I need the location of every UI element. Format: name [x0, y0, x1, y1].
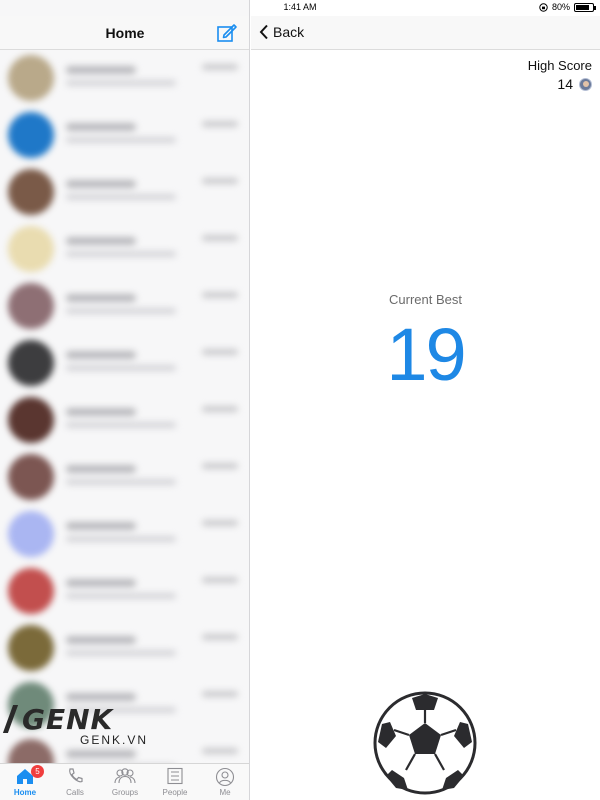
blurred-preview [66, 137, 176, 143]
blurred-name [66, 123, 136, 131]
tab-label: People [162, 788, 188, 797]
tab-calls[interactable]: Calls [50, 764, 100, 800]
tab-label: Me [219, 788, 231, 797]
tab-label: Home [13, 788, 37, 797]
blurred-preview [66, 80, 176, 86]
blurred-timestamp [202, 520, 238, 526]
blurred-timestamp [202, 292, 238, 298]
battery-icon [574, 2, 596, 12]
current-best-score: 19 [386, 313, 466, 396]
tab-home[interactable]: 5 Home [0, 764, 50, 800]
blurred-name [66, 522, 136, 530]
blurred-name [66, 294, 136, 302]
soccer-ball[interactable] [372, 690, 478, 796]
tab-people[interactable]: People [150, 764, 200, 800]
avatar [579, 77, 592, 91]
blurred-preview [66, 308, 176, 314]
avatar [8, 169, 54, 215]
blurred-timestamp [202, 577, 238, 583]
blurred-name [66, 237, 136, 245]
blurred-timestamp [202, 406, 238, 412]
list-item[interactable] [0, 506, 249, 563]
blurred-timestamp [202, 349, 238, 355]
blurred-name [66, 636, 136, 644]
avatar [8, 454, 54, 500]
current-best-label: Current Best [389, 292, 462, 307]
unread-badge: 5 [31, 765, 44, 778]
blurred-preview [66, 593, 176, 599]
watermark-site: GENK.VN [80, 733, 149, 747]
blurred-timestamp [202, 235, 238, 241]
list-item[interactable] [0, 221, 249, 278]
profile-icon [215, 767, 235, 787]
high-score-value: 14 [557, 76, 573, 92]
page-title: Home [105, 25, 145, 41]
avatar [8, 283, 54, 329]
tab-label: Calls [66, 788, 84, 797]
list-item[interactable] [0, 563, 249, 620]
list-item[interactable] [0, 278, 249, 335]
blurred-preview [66, 479, 176, 485]
blurred-name [66, 465, 136, 473]
blurred-timestamp [202, 634, 238, 640]
watermark-logo: GENK [22, 703, 114, 736]
avatar [8, 112, 54, 158]
conversations-pane: Home GENK GENK.VN 5 Home Calls Groups Pe… [0, 0, 250, 800]
high-score-row: 14 [557, 76, 592, 92]
blurred-timestamp [202, 463, 238, 469]
blurred-preview [66, 650, 176, 656]
blurred-name [66, 351, 136, 359]
avatar [8, 397, 54, 443]
list-item[interactable] [0, 335, 249, 392]
blurred-timestamp [202, 121, 238, 127]
avatar [8, 625, 54, 671]
high-score-label: High Score [527, 58, 592, 73]
right-nav-bar: Back [251, 16, 600, 50]
list-item[interactable] [0, 50, 249, 107]
blurred-name [66, 66, 136, 74]
blurred-timestamp [202, 64, 238, 70]
people-list-icon [167, 767, 183, 785]
list-item[interactable] [0, 107, 249, 164]
avatar [8, 340, 54, 386]
blurred-preview [66, 365, 176, 371]
genk-watermark: GENK GENK.VN [2, 703, 178, 753]
blurred-preview [66, 422, 176, 428]
avatar [8, 568, 54, 614]
tab-me[interactable]: Me [200, 764, 249, 800]
list-item[interactable] [0, 164, 249, 221]
groups-icon [114, 768, 136, 784]
blurred-preview [66, 251, 176, 257]
phone-icon [69, 768, 83, 783]
blurred-preview [66, 536, 176, 542]
orientation-lock-icon [539, 2, 548, 12]
blurred-timestamp [202, 691, 238, 697]
avatar [8, 511, 54, 557]
blurred-name [66, 579, 136, 587]
tab-label: Groups [111, 788, 139, 797]
list-item[interactable] [0, 620, 249, 677]
tab-bar: 5 Home Calls Groups People Me [0, 763, 249, 800]
left-nav-bar: Home [0, 16, 249, 50]
compose-icon[interactable] [216, 22, 238, 44]
back-button[interactable]: Back [259, 24, 304, 40]
blurred-preview [66, 194, 176, 200]
back-label: Back [273, 24, 305, 40]
blurred-name [66, 693, 136, 701]
chevron-left-icon [259, 24, 268, 40]
blurred-name [66, 180, 136, 188]
blurred-timestamp [202, 748, 238, 754]
avatar [8, 55, 54, 101]
battery-percent: 80% [551, 2, 570, 12]
list-item[interactable] [0, 449, 249, 506]
tab-groups[interactable]: Groups [100, 764, 150, 800]
avatar [8, 226, 54, 272]
blurred-timestamp [202, 178, 238, 184]
blurred-name [66, 408, 136, 416]
conversation-list [0, 50, 249, 763]
list-item[interactable] [0, 392, 249, 449]
